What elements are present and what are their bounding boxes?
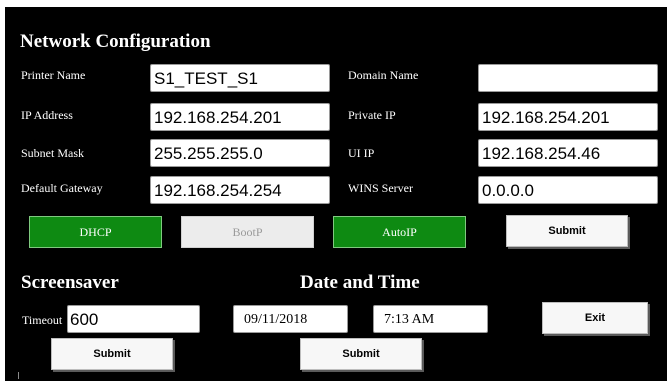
domain-name-input[interactable]: [478, 64, 658, 92]
ui-ip-label: UI IP: [348, 146, 375, 160]
ip-address-label: IP Address: [21, 108, 73, 122]
domain-name-label: Domain Name: [348, 68, 419, 82]
bootp-button[interactable]: BootP: [181, 216, 314, 248]
network-config-title: Network Configuration: [20, 31, 211, 52]
dhcp-button[interactable]: DHCP: [29, 216, 162, 248]
date-time-title: Date and Time: [300, 272, 420, 293]
subnet-mask-input[interactable]: 255.255.255.0: [150, 139, 330, 167]
exit-button[interactable]: Exit: [542, 302, 648, 334]
printer-name-input[interactable]: S1_TEST_S1: [150, 64, 330, 92]
subnet-mask-label: Subnet Mask: [21, 146, 84, 160]
default-gateway-label: Default Gateway: [21, 181, 103, 195]
default-gateway-input[interactable]: 192.168.254.254: [150, 176, 330, 204]
ip-address-input[interactable]: 192.168.254.201: [150, 103, 330, 131]
screensaver-title: Screensaver: [21, 272, 119, 293]
date-input[interactable]: 09/11/2018: [233, 305, 348, 333]
autoip-button[interactable]: AutoIP: [333, 216, 466, 248]
wins-server-input[interactable]: 0.0.0.0: [478, 176, 658, 204]
wins-server-label: WINS Server: [348, 181, 413, 195]
private-ip-input[interactable]: 192.168.254.201: [478, 103, 658, 131]
timeout-label: Timeout: [22, 313, 63, 327]
printer-name-label: Printer Name: [21, 68, 86, 82]
time-input[interactable]: 7:13 AM: [373, 305, 488, 333]
network-submit-button[interactable]: Submit: [506, 215, 628, 247]
private-ip-label: Private IP: [348, 108, 396, 122]
ui-ip-input[interactable]: 192.168.254.46: [478, 139, 658, 167]
timeout-input[interactable]: 600: [67, 305, 200, 333]
screensaver-submit-button[interactable]: Submit: [51, 338, 173, 370]
text-cursor-mark: [18, 372, 19, 379]
panel-border: [665, 7, 667, 381]
datetime-submit-button[interactable]: Submit: [300, 338, 422, 370]
